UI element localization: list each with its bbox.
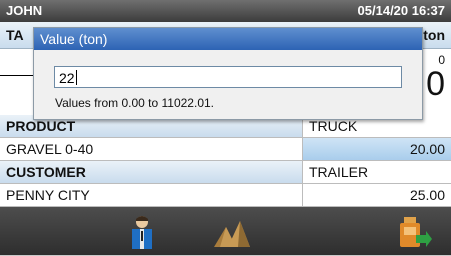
truck-label: TRUCK xyxy=(309,118,358,134)
top-status-bar: JOHN 05/14/20 16:37 xyxy=(0,0,451,22)
product-value-cell[interactable]: GRAVEL 0-40 xyxy=(0,138,302,160)
product-value: GRAVEL 0-40 xyxy=(6,141,94,157)
value-range-hint: Values from 0.00 to 11022.01. xyxy=(55,96,214,110)
value-input-text: 22 xyxy=(59,70,75,86)
truck-value: 20.00 xyxy=(409,141,445,157)
weight-big-value: 0 xyxy=(426,65,445,103)
text-caret xyxy=(76,70,77,85)
operator-name: JOHN xyxy=(6,3,43,18)
product-truck-value-row: GRAVEL 0-40 20.00 xyxy=(0,138,451,161)
customer-value: PENNY CITY xyxy=(6,187,90,203)
value-input-dialog: Value (ton) 22 Values from 0.00 to 11022… xyxy=(33,27,423,120)
customer-label-cell: CUSTOMER xyxy=(0,161,302,183)
trailer-label: TRAILER xyxy=(309,164,369,180)
value-input[interactable]: 22 xyxy=(54,66,402,88)
product-label: PRODUCT xyxy=(6,118,76,134)
customer-label: CUSTOMER xyxy=(6,164,86,180)
trailer-value: 25.00 xyxy=(409,187,445,203)
unit-label: ton xyxy=(423,27,445,43)
material-pile-icon xyxy=(214,221,250,247)
exit-device-button[interactable] xyxy=(394,213,434,251)
truck-value-cell[interactable]: 20.00 xyxy=(303,138,451,160)
driver-button[interactable] xyxy=(122,213,162,251)
dialog-title: Value (ton) xyxy=(40,31,108,47)
header-left-label: TA xyxy=(6,27,24,43)
material-button[interactable] xyxy=(212,213,252,251)
customer-value-cell[interactable]: PENNY CITY xyxy=(0,184,302,206)
exit-device-icon xyxy=(400,217,432,247)
customer-trailer-value-row: PENNY CITY 25.00 xyxy=(0,184,451,207)
driver-icon xyxy=(132,216,152,249)
customer-trailer-header-row: CUSTOMER TRAILER xyxy=(0,161,451,184)
date-time: 05/14/20 16:37 xyxy=(357,3,445,18)
trailer-value-cell[interactable]: 25.00 xyxy=(303,184,451,206)
bottom-toolbar xyxy=(0,207,451,255)
dialog-title-bar: Value (ton) xyxy=(34,28,422,50)
trailer-label-cell[interactable]: TRAILER xyxy=(303,161,451,183)
